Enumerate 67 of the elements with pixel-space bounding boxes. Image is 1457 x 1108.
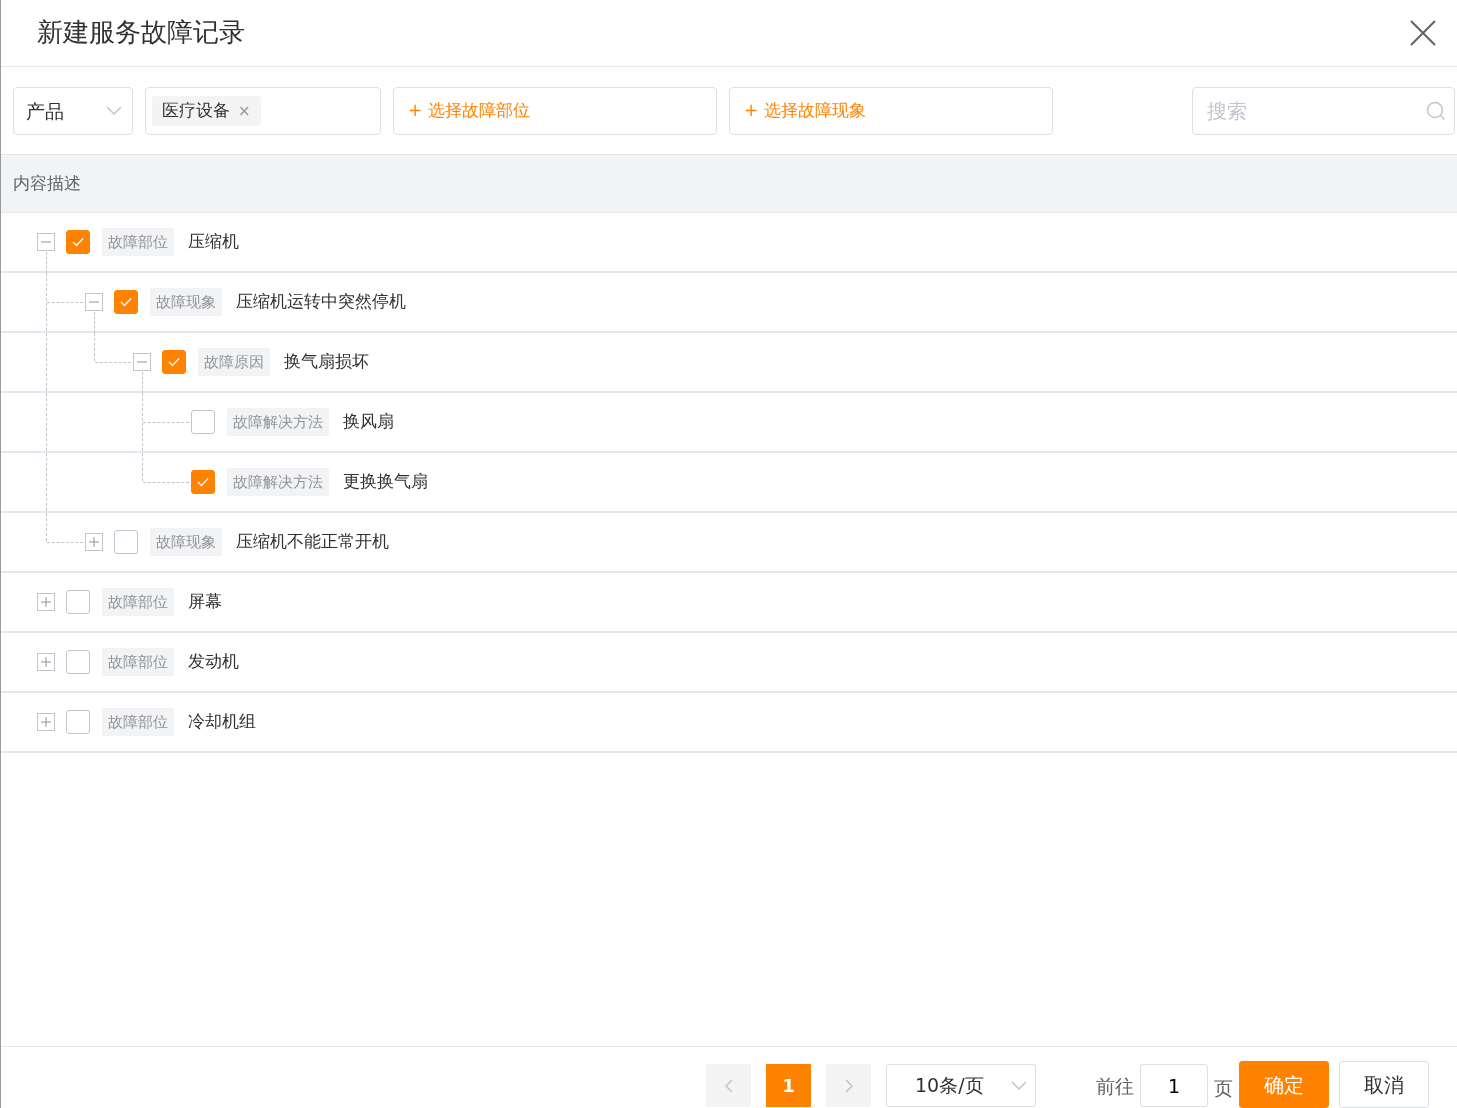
chevron-right-icon <box>843 1078 854 1093</box>
expand-toggle-button[interactable] <box>85 533 103 551</box>
node-type-tag: 故障部位 <box>102 647 174 677</box>
page-size-select[interactable]: 10条/页 <box>886 1064 1036 1107</box>
close-icon <box>1409 19 1437 47</box>
checkmark-icon <box>168 357 180 367</box>
node-label: 压缩机不能正常开机 <box>236 530 389 554</box>
checkbox[interactable] <box>114 290 138 314</box>
plus-icon <box>40 716 52 728</box>
checkbox[interactable] <box>191 410 215 434</box>
node-type-tag: 故障原因 <box>198 347 270 377</box>
checkbox[interactable] <box>191 470 215 494</box>
tag-input-field[interactable]: 医疗设备 × <box>145 87 381 135</box>
search-field[interactable]: 搜索 <box>1192 87 1455 135</box>
node-label: 发动机 <box>188 650 239 674</box>
chevron-left-icon <box>723 1078 734 1093</box>
tree-line <box>46 453 47 511</box>
node-type-tag: 故障部位 <box>102 707 174 737</box>
page-number-field[interactable]: 1 <box>1140 1064 1208 1107</box>
node-label: 压缩机 <box>188 230 239 254</box>
tree-line <box>46 393 47 451</box>
expand-toggle-button[interactable] <box>37 233 55 251</box>
chevron-down-icon <box>106 106 122 116</box>
node-type-tag: 故障现象 <box>150 527 222 557</box>
node-type-tag: 故障部位 <box>102 587 174 617</box>
plus-icon <box>40 596 52 608</box>
select-field[interactable]: 产品 <box>13 87 133 135</box>
page-unit-label: 页 <box>1214 1076 1233 1101</box>
checkbox[interactable] <box>114 530 138 554</box>
column-header: 内容描述 <box>13 171 81 195</box>
expand-toggle-button[interactable] <box>37 713 55 731</box>
node-label: 冷却机组 <box>188 710 256 734</box>
node-label: 更换换气扇 <box>343 470 428 494</box>
checkbox[interactable] <box>66 710 90 734</box>
checkmark-icon <box>197 477 209 487</box>
node-type-tag: 故障解决方法 <box>227 407 329 437</box>
node-label: 压缩机运转中突然停机 <box>236 290 406 314</box>
cancel-button[interactable]: 取消 <box>1339 1061 1429 1108</box>
close-button[interactable] <box>1409 19 1437 47</box>
expand-toggle-button[interactable] <box>85 293 103 311</box>
node-label: 屏幕 <box>188 590 222 614</box>
tree-line <box>46 333 47 391</box>
node-label: 换风扇 <box>343 410 394 434</box>
checkmark-icon <box>120 297 132 307</box>
dialog-title: 新建服务故障记录 <box>37 17 245 49</box>
expand-toggle-button[interactable] <box>37 593 55 611</box>
plus-icon <box>40 656 52 668</box>
node-type-tag: 故障现象 <box>150 287 222 317</box>
checkbox[interactable] <box>66 590 90 614</box>
checkmark-icon <box>72 237 84 247</box>
node-type-tag: 故障部位 <box>102 227 174 257</box>
node-type-tag: 故障解决方法 <box>227 467 329 497</box>
select-value: 产品 <box>26 98 64 124</box>
previous-page-button[interactable] <box>706 1064 751 1107</box>
expand-toggle-button[interactable] <box>133 353 151 371</box>
tag-text: 医疗设备 <box>162 99 230 123</box>
plus-icon <box>88 536 100 548</box>
page-size-value: 10条/页 <box>915 1073 984 1099</box>
checkbox[interactable] <box>66 650 90 674</box>
search-icon <box>1426 101 1446 121</box>
expand-toggle-button[interactable] <box>37 653 55 671</box>
next-page-button[interactable] <box>826 1064 871 1107</box>
node-label: 换气扇损坏 <box>284 350 369 374</box>
checkbox[interactable] <box>66 230 90 254</box>
goto-label: 前往 <box>1096 1074 1134 1099</box>
chevron-down-icon <box>1011 1080 1027 1091</box>
checkbox[interactable] <box>162 350 186 374</box>
